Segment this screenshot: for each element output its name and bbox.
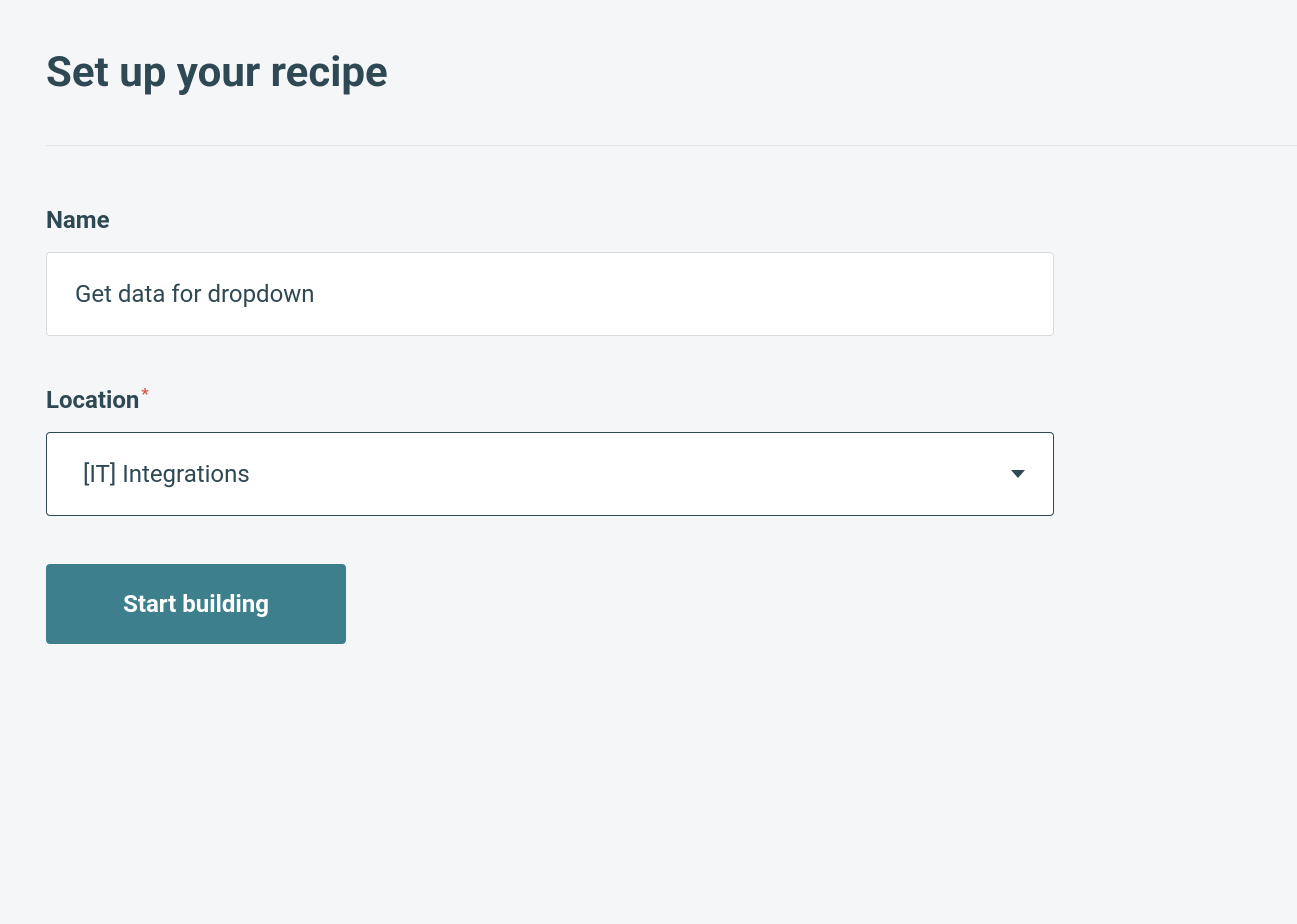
required-asterisk: * [141,384,148,403]
start-building-button[interactable]: Start building [46,564,346,644]
location-select-value: [IT] Integrations [83,460,250,488]
location-select[interactable]: [IT] Integrations [46,432,1054,516]
location-field-group: Location* [IT] Integrations [46,384,1297,516]
chevron-down-icon [1011,470,1025,478]
page-title: Set up your recipe [46,48,1297,97]
name-label: Name [46,206,1297,234]
location-label: Location* [46,384,1297,414]
name-field-group: Name [46,206,1297,336]
name-input[interactable] [46,252,1054,336]
divider [46,145,1297,146]
location-label-text: Location [46,386,139,414]
